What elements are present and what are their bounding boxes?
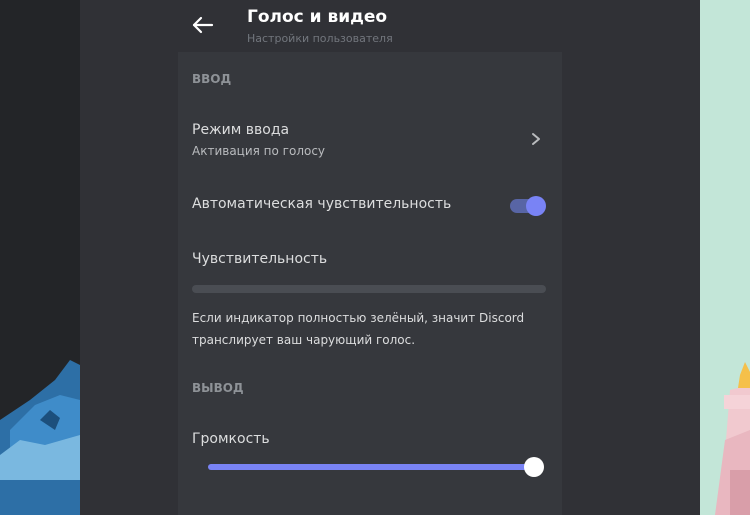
settings-panel: ВВОД Режим ввода Активация по голосу Авт… [178, 52, 562, 515]
left-background [0, 0, 80, 515]
input-mode-value: Активация по голосу [192, 144, 326, 158]
back-button[interactable] [188, 12, 218, 38]
chevron-right-icon [532, 133, 540, 145]
auto-sensitivity-toggle[interactable] [510, 196, 546, 216]
toggle-knob [526, 196, 546, 216]
sensitivity-meter[interactable] [192, 285, 546, 293]
right-background [700, 0, 750, 515]
volume-label: Громкость [192, 431, 270, 447]
section-label-input: ВВОД [192, 72, 232, 86]
page-title: Голос и видео [247, 7, 388, 27]
mountain-artwork [0, 360, 80, 515]
input-mode-title: Режим ввода [192, 122, 290, 138]
section-label-output: ВЫВОД [192, 381, 244, 395]
castle-artwork [700, 0, 750, 515]
input-mode-row[interactable]: Режим ввода Активация по голосу [178, 114, 562, 164]
sensitivity-description: Если индикатор полностью зелёный, значит… [192, 311, 525, 347]
settings-screen: Голос и видео Настройки пользователя ВВО… [80, 0, 700, 515]
page-subtitle: Настройки пользователя [247, 32, 393, 45]
slider-fill [208, 464, 534, 470]
auto-sensitivity-row: Автоматическая чувствительность [178, 188, 562, 224]
auto-sensitivity-label: Автоматическая чувствительность [192, 196, 452, 212]
slider-thumb[interactable] [524, 457, 544, 477]
volume-slider[interactable] [208, 456, 544, 478]
header-bar: Голос и видео Настройки пользователя [80, 0, 700, 52]
sensitivity-label: Чувствительность [192, 251, 328, 267]
arrow-left-icon [192, 16, 214, 34]
